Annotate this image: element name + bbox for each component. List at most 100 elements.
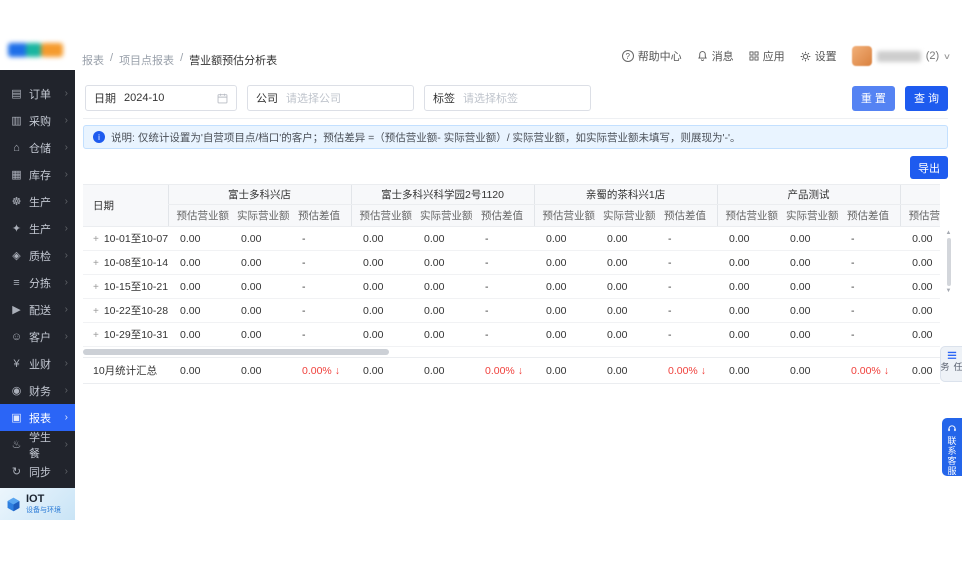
cell-value: 0.00 — [229, 226, 290, 251]
expand-row-button[interactable]: + — [93, 282, 99, 293]
cell-value: 0.00 — [412, 298, 474, 323]
filter-divider — [83, 118, 948, 119]
date-filter[interactable]: 日期 2024-10 — [85, 85, 237, 111]
sidebar-item-2[interactable]: ▥ 采购 › — [0, 107, 75, 134]
settings-button[interactable]: 设置 — [800, 48, 837, 64]
sidebar-item-10[interactable]: ☺ 客户 › — [0, 323, 75, 350]
apps-label: 应用 — [762, 51, 785, 63]
cell-value: 0.00 — [412, 322, 474, 347]
cell-value: 0.00 — [595, 226, 657, 251]
store-group-header-partial — [899, 184, 941, 205]
topbar-actions: ? 帮助中心 消息 应用 设置 (2) ∨ — [621, 46, 951, 66]
metric-header: 预估营业额 — [350, 204, 413, 227]
reset-button[interactable]: 重 置 — [851, 85, 895, 111]
order-icon: ▤ — [11, 88, 22, 100]
expand-row-button[interactable]: + — [93, 330, 99, 341]
date-range: 10-22至10-28 — [103, 305, 168, 317]
sidebar-item-3[interactable]: ⌂ 仓储 › — [0, 134, 75, 161]
messages-button[interactable]: 消息 — [697, 48, 734, 64]
horizontal-scrollbar[interactable]: › — [83, 345, 944, 357]
vertical-scrollbar[interactable]: ▲ ▼ — [943, 230, 954, 348]
search-button[interactable]: 查 询 — [904, 85, 948, 111]
horizontal-scrollbar-thumb[interactable] — [83, 349, 389, 355]
sidebar-item-12[interactable]: ◉ 财务 › — [0, 377, 75, 404]
metric-header: 预估营业 — [899, 204, 941, 227]
help-center-button[interactable]: ? 帮助中心 — [621, 48, 682, 64]
date-filter-value: 2024-10 — [124, 92, 165, 104]
sidebar-item-label: 配送 — [29, 304, 51, 317]
cell-value: - — [656, 226, 718, 251]
cell-value: 0.00 — [900, 322, 941, 347]
table-row: +10-01至10-07 0.00 0.00-0.00 0.00-0.00 0.00-0… — [83, 226, 941, 251]
cell-value: - — [473, 250, 535, 275]
report-table-area: 日期 富士多科兴店 富士多科兴科学园2号1120 亲蜀的茶科兴1店 产品测试 预估营业额实… — [83, 184, 951, 384]
sidebar-item-6[interactable]: ✦ 生产 › — [0, 215, 75, 242]
summary-value: 0.00% ↓ — [473, 357, 534, 384]
sidebar-item-11[interactable]: ¥ 业财 › — [0, 350, 75, 377]
metric-header: 实际营业额 — [595, 204, 657, 227]
metric-header: 预估营业额 — [716, 204, 779, 227]
chevron-right-icon: › — [64, 439, 68, 450]
apps-icon — [749, 51, 759, 61]
sidebar-item-5[interactable]: ☸ 生产 › — [0, 188, 75, 215]
cell-value: 0.00 — [717, 298, 779, 323]
cell-value: 0.00 — [900, 226, 941, 251]
quality-icon: ◈ — [12, 250, 21, 262]
app-logo[interactable] — [8, 42, 66, 58]
cell-value: 0.00 — [717, 226, 779, 251]
date-range: 10-15至10-21 — [103, 281, 168, 293]
iot-brand[interactable]: IOT 设备与环境 — [0, 488, 75, 520]
student-meal-icon: ♨ — [11, 439, 22, 451]
export-button[interactable]: 导出 — [910, 156, 948, 179]
sidebar-item-15[interactable]: ↻ 同步 › — [0, 458, 75, 485]
chevron-right-icon: › — [64, 304, 68, 315]
expand-row-button[interactable]: + — [93, 306, 99, 317]
chevron-right-icon: › — [64, 412, 68, 423]
expand-row-button[interactable]: + — [93, 234, 99, 245]
cell-value: - — [473, 226, 535, 251]
date-range: 10-08至10-14 — [103, 257, 168, 269]
summary-value: 0.00 — [168, 357, 229, 384]
sidebar-item-1[interactable]: ▤ 订单 › — [0, 80, 75, 107]
metric-header: 实际营业额 — [229, 204, 290, 227]
chevron-right-icon: › — [64, 196, 68, 207]
expand-row-button[interactable]: + — [93, 258, 99, 269]
sidebar-item-8[interactable]: ≡ 分拣 › — [0, 269, 75, 296]
cell-value: 0.00 — [778, 250, 840, 275]
cell-value: 0.00 — [778, 274, 840, 299]
breadcrumb-separator: / — [180, 52, 184, 64]
sidebar-item-9[interactable]: ▶ 配送 › — [0, 296, 75, 323]
info-icon: i — [93, 131, 105, 143]
gear-icon — [800, 51, 810, 61]
store-group-header: 富士多科兴店 — [167, 184, 352, 205]
sidebar-item-7[interactable]: ◈ 质检 › — [0, 242, 75, 269]
apps-button[interactable]: 应用 — [749, 48, 785, 64]
sidebar-item-4[interactable]: ▦ 库存 › — [0, 161, 75, 188]
cell-value: 0.00 — [717, 322, 779, 347]
avatar — [851, 46, 872, 66]
task-panel-tab[interactable]: 任务 — [940, 346, 962, 382]
sidebar-item-13[interactable]: ▣ 报表 › — [0, 404, 75, 431]
summary-value: 0.00% ↓ — [290, 357, 351, 384]
cell-value: 0.00 — [534, 322, 596, 347]
summary-value: 0.00 — [595, 357, 656, 384]
cell-value: 0.00 — [168, 298, 229, 323]
company-filter[interactable]: 公司 请选择公司 — [247, 85, 414, 111]
scroll-down-icon[interactable]: ▼ — [946, 288, 952, 294]
user-menu[interactable]: (2) ∨ — [851, 46, 951, 66]
chevron-right-icon: › — [64, 250, 68, 261]
cell-value: 0.00 — [412, 250, 474, 275]
messages-label: 消息 — [711, 51, 734, 63]
contact-service-button[interactable]: 联系客服 — [942, 418, 962, 476]
user-name-redacted — [876, 50, 921, 62]
summary-value: 0.00% ↓ — [656, 357, 717, 384]
breadcrumb-item[interactable]: 报表 — [82, 52, 104, 68]
sidebar-item-label: 学生餐 — [29, 431, 51, 460]
vertical-scrollbar-thumb[interactable] — [946, 238, 951, 286]
sidebar-item-14[interactable]: ♨ 学生餐 › — [0, 431, 75, 460]
tag-filter[interactable]: 标签 请选择标签 — [424, 85, 591, 111]
sidebar-item-label: 客户 — [29, 331, 51, 344]
scroll-up-icon[interactable]: ▲ — [946, 230, 952, 236]
chevron-right-icon: › — [64, 466, 68, 477]
breadcrumb-item[interactable]: 项目点报表 — [119, 52, 174, 68]
